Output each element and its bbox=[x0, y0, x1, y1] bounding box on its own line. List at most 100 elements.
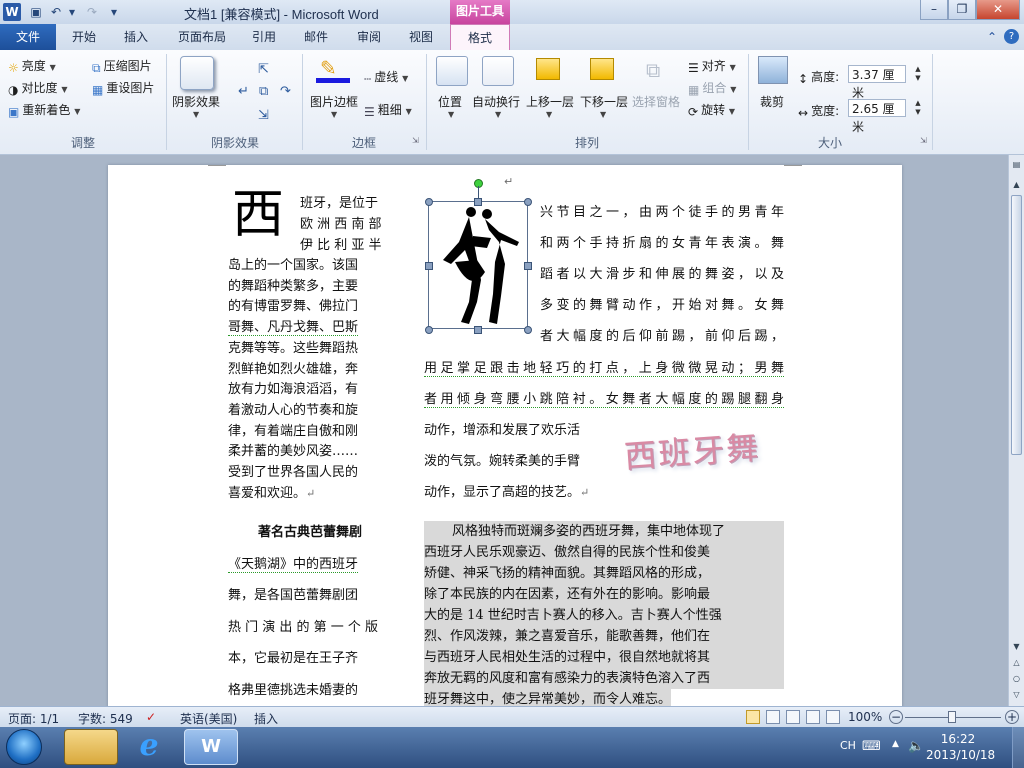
language-indicator[interactable]: 英语(美国) bbox=[180, 710, 237, 727]
help-icon[interactable]: ? bbox=[1004, 29, 1019, 44]
position-button[interactable]: 位置 bbox=[438, 93, 462, 110]
insert-mode[interactable]: 插入 bbox=[254, 710, 278, 727]
zoom-level[interactable]: 100% bbox=[848, 710, 882, 724]
show-hidden-icons-icon[interactable]: ▲ bbox=[892, 739, 899, 749]
nudge-down-icon[interactable]: ⇲ bbox=[258, 108, 269, 123]
tab-file[interactable]: 文件 bbox=[0, 24, 56, 50]
resize-handle[interactable] bbox=[524, 198, 532, 206]
height-input[interactable]: 3.37 厘米 bbox=[848, 65, 906, 100]
restore-button[interactable]: ❐ bbox=[948, 0, 976, 20]
weight-button[interactable]: ☰ 粗细 ▼ bbox=[364, 101, 412, 119]
reset-picture-button[interactable]: ▦ 重设图片 bbox=[92, 79, 154, 97]
previous-page-icon[interactable]: △ bbox=[1009, 655, 1024, 670]
zoom-slider-thumb[interactable] bbox=[948, 711, 956, 723]
group-button[interactable]: ▦ 组合 ▼ bbox=[688, 79, 736, 97]
tab-page-layout[interactable]: 页面布局 bbox=[170, 24, 234, 50]
dashes-button[interactable]: ┄ 虚线 ▼ bbox=[364, 68, 408, 86]
file-explorer-taskbar-icon[interactable] bbox=[64, 729, 118, 765]
scroll-down-arrow-icon[interactable]: ▼ bbox=[1009, 639, 1024, 654]
keyboard-icon[interactable]: ⌨ bbox=[862, 739, 881, 754]
dropdown-arrow-icon[interactable]: ▼ bbox=[193, 110, 199, 119]
document-page[interactable]: 西 班牙，是位于 欧 洲 西 南 部 伊 比 利 亚 半 岛上的一个国家。该国 … bbox=[108, 165, 902, 706]
compress-pictures-button[interactable]: ⧉ 压缩图片 bbox=[92, 57, 152, 75]
resize-handle[interactable] bbox=[524, 326, 532, 334]
tab-mailings[interactable]: 邮件 bbox=[296, 24, 336, 50]
vertical-scrollbar[interactable]: ▤ ▲ ▼ △ ○ ▽ bbox=[1008, 155, 1024, 706]
height-spinner[interactable]: ▲ ▼ bbox=[912, 65, 924, 83]
browse-object-icon[interactable]: ○ bbox=[1009, 671, 1024, 686]
left-column-paragraph[interactable]: 岛上的一个国家。该国 的舞蹈种类繁多，主要 的有博雷罗舞、佛拉门 哥舞、凡丹戈舞… bbox=[228, 256, 398, 504]
minimize-button[interactable]: – bbox=[920, 0, 948, 20]
outline-view-icon[interactable] bbox=[806, 710, 820, 724]
undo-dropdown-icon[interactable]: ▾ bbox=[64, 4, 80, 20]
dropdown-arrow-icon[interactable]: ▼ bbox=[331, 110, 337, 119]
draft-view-icon[interactable] bbox=[826, 710, 840, 724]
shadow-effects-button[interactable]: 阴影效果 bbox=[172, 93, 220, 110]
proofing-icon[interactable]: ✓ bbox=[146, 710, 156, 724]
picture-border-button[interactable]: 图片边框 bbox=[310, 93, 358, 110]
tab-home[interactable]: 开始 bbox=[62, 24, 106, 50]
document-area[interactable]: 西 班牙，是位于 欧 洲 西 南 部 伊 比 利 亚 半 岛上的一个国家。该国 … bbox=[0, 155, 1008, 706]
shadow-toggle-icon[interactable]: ⧉ bbox=[259, 84, 268, 99]
show-desktop-button[interactable] bbox=[1012, 727, 1024, 768]
volume-icon[interactable]: 🔈 bbox=[908, 739, 924, 754]
shadow-effects-icon[interactable] bbox=[180, 56, 214, 90]
width-spinner[interactable]: ▲ ▼ bbox=[912, 99, 924, 117]
next-page-icon[interactable]: ▽ bbox=[1009, 687, 1024, 702]
text-wrapping-icon[interactable] bbox=[482, 56, 514, 86]
scroll-up-arrow-icon[interactable]: ▲ bbox=[1009, 177, 1024, 192]
picture-border-icon[interactable]: ✎ bbox=[316, 56, 350, 83]
left-column-dropcap-lines[interactable]: 班牙，是位于 欧 洲 西 南 部 伊 比 利 亚 半 bbox=[300, 193, 396, 256]
scrollbar-thumb[interactable] bbox=[1011, 195, 1022, 455]
resize-handle[interactable] bbox=[425, 326, 433, 334]
dropdown-arrow-icon[interactable]: ▼ bbox=[448, 110, 454, 119]
right-column-full-lines[interactable]: 用足掌足跟击地轻巧的打点，上身微微晃动；男舞 者用倾身弯腰小跳陪衬。女舞者大幅度… bbox=[424, 353, 784, 415]
rotate-button[interactable]: ⟳ 旋转 ▼ bbox=[688, 101, 735, 119]
dialog-launcher-icon[interactable]: ⇲ bbox=[412, 136, 419, 145]
bring-forward-button[interactable]: 上移一层 bbox=[526, 93, 574, 110]
tab-format[interactable]: 格式 bbox=[450, 24, 510, 51]
nudge-left-icon[interactable]: ↵ bbox=[238, 84, 249, 99]
save-icon[interactable]: ▣ bbox=[28, 4, 44, 20]
tab-references[interactable]: 引用 bbox=[244, 24, 284, 50]
text-wrapping-button[interactable]: 自动换行 bbox=[472, 93, 520, 110]
word-count[interactable]: 字数: 549 bbox=[78, 710, 133, 727]
system-clock[interactable]: 16:22 2013/10/18 bbox=[926, 731, 995, 763]
left-column-paragraph-2[interactable]: 著名古典芭蕾舞剧 《天鹅湖》中的西班牙 舞，是各国芭蕾舞剧团 热 门 演 出 的… bbox=[228, 517, 398, 706]
word-taskbar-icon[interactable]: W bbox=[184, 729, 238, 765]
dancers-picture[interactable] bbox=[428, 201, 528, 329]
send-backward-icon[interactable] bbox=[590, 58, 614, 80]
position-icon[interactable] bbox=[436, 56, 468, 86]
drop-cap[interactable]: 西 bbox=[232, 187, 284, 243]
close-button[interactable]: ✕ bbox=[976, 0, 1020, 20]
tab-view[interactable]: 视图 bbox=[400, 24, 442, 50]
right-column-wrap-bottom[interactable]: 动作，增添和发展了欢乐活 泼的气氛。婉转柔美的手臂 动作，显示了高超的技艺。↵ bbox=[424, 415, 624, 508]
resize-handle[interactable] bbox=[474, 326, 482, 334]
selection-pane-icon[interactable]: ⧉ bbox=[646, 58, 668, 82]
input-language[interactable]: CH bbox=[840, 739, 856, 752]
resize-handle[interactable] bbox=[425, 198, 433, 206]
wordart-title[interactable]: 西班牙舞 bbox=[623, 422, 762, 477]
send-backward-button[interactable]: 下移一层 bbox=[580, 93, 628, 110]
start-button[interactable] bbox=[6, 729, 42, 765]
contrast-button[interactable]: ◑ 对比度 ▼ bbox=[8, 79, 67, 97]
tab-insert[interactable]: 插入 bbox=[114, 24, 158, 50]
resize-handle[interactable] bbox=[524, 262, 532, 270]
right-column-wrap-top[interactable]: 兴节目之一，由两个徒手的男青年 和两个手持折扇的女青年表演。舞 蹈者以大滑步和伸… bbox=[540, 197, 784, 352]
crop-icon[interactable] bbox=[758, 56, 788, 84]
internet-explorer-taskbar-icon[interactable]: e bbox=[122, 729, 176, 765]
undo-icon[interactable]: ↶ bbox=[48, 4, 64, 20]
selection-pane-button[interactable]: 选择窗格 bbox=[632, 93, 680, 110]
dropdown-arrow-icon[interactable]: ▼ bbox=[495, 110, 501, 119]
crop-button[interactable]: 裁剪 bbox=[760, 93, 784, 110]
print-layout-view-icon[interactable] bbox=[746, 710, 760, 724]
shaded-paragraph[interactable]: 风格独特而斑斓多姿的西班牙舞，集中地体现了 西班牙人民乐观豪迈、傲然自得的民族个… bbox=[424, 521, 784, 706]
customize-quick-access-icon[interactable]: ▾ bbox=[106, 4, 122, 20]
recolor-button[interactable]: ▣ 重新着色 ▼ bbox=[8, 101, 80, 119]
width-input[interactable]: 2.65 厘米 bbox=[848, 99, 906, 134]
bring-forward-icon[interactable] bbox=[536, 58, 560, 80]
dropdown-arrow-icon[interactable]: ▼ bbox=[546, 110, 552, 119]
dropdown-arrow-icon[interactable]: ▼ bbox=[600, 110, 606, 119]
ruler-toggle-icon[interactable]: ▤ bbox=[1009, 157, 1024, 172]
zoom-in-button[interactable]: + bbox=[1005, 710, 1019, 724]
